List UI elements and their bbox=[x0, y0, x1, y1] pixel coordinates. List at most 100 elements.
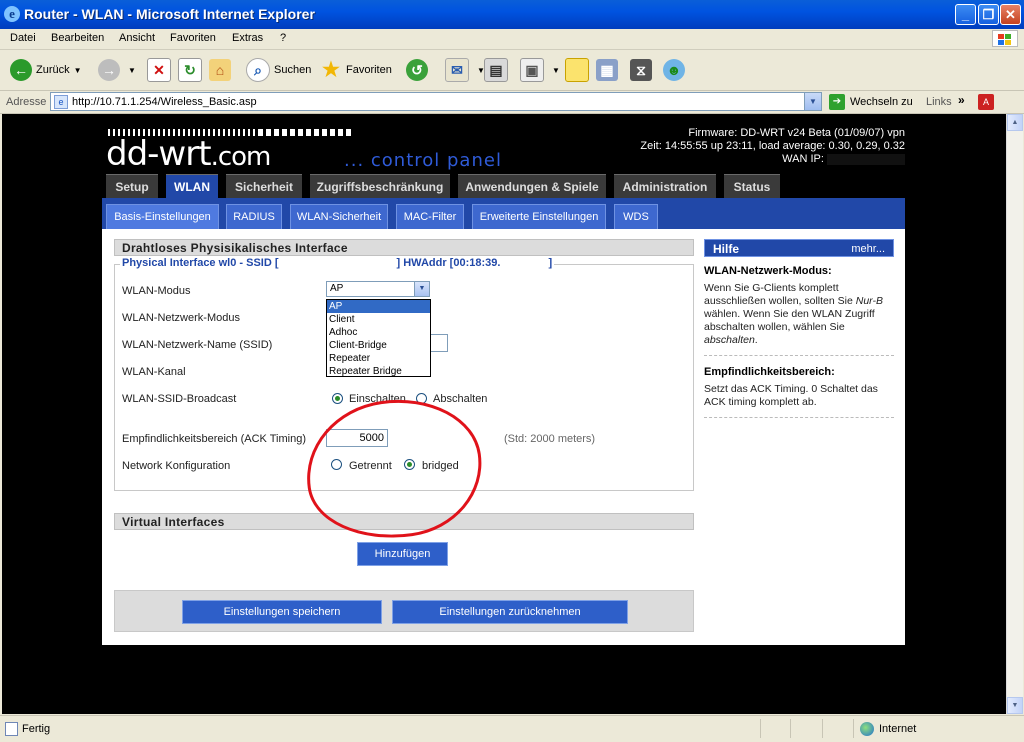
tab-sicherheit[interactable]: Sicherheit bbox=[226, 174, 302, 199]
net-bridged-radio[interactable] bbox=[404, 459, 415, 470]
help-header: Hilfe mehr... bbox=[704, 239, 894, 257]
research-button[interactable]: ▦ bbox=[596, 56, 622, 84]
menu-favoriten[interactable]: Favoriten bbox=[170, 32, 216, 44]
subtab-mac-filter[interactable]: MAC-Filter bbox=[396, 204, 464, 229]
refresh-button[interactable]: ↻ bbox=[178, 56, 206, 84]
ack-timing-input[interactable]: 5000 bbox=[326, 429, 388, 447]
sub-tabs: Basis-Einstellungen RADIUS WLAN-Sicherhe… bbox=[102, 198, 905, 229]
address-input[interactable]: e http://10.71.1.254/Wireless_Basic.asp … bbox=[50, 92, 822, 111]
cancel-settings-button[interactable]: Einstellungen zurücknehmen bbox=[392, 600, 628, 624]
go-button[interactable]: ➔ Wechseln zu bbox=[829, 94, 913, 110]
option-client[interactable]: Client bbox=[327, 313, 430, 326]
ack-timing-label: Empfindlichkeitsbereich (ACK Timing) bbox=[122, 433, 307, 445]
tab-anwendungen-spiele[interactable]: Anwendungen & Spiele bbox=[458, 174, 606, 199]
address-url: http://10.71.1.254/Wireless_Basic.asp bbox=[72, 96, 257, 108]
print-button[interactable]: ▤ bbox=[484, 56, 512, 84]
subtab-basis-einstellungen[interactable]: Basis-Einstellungen bbox=[106, 204, 219, 229]
tab-wlan[interactable]: WLAN bbox=[166, 174, 218, 200]
ssid-broadcast-label: WLAN-SSID-Broadcast bbox=[122, 393, 237, 405]
menu-bearbeiten[interactable]: Bearbeiten bbox=[51, 32, 104, 44]
refresh-icon: ↻ bbox=[178, 58, 202, 82]
subtab-wds[interactable]: WDS bbox=[614, 204, 658, 229]
forward-button[interactable]: → ▼ bbox=[98, 56, 136, 84]
stop-button[interactable]: ✕ bbox=[147, 56, 175, 84]
broadcast-on-radio[interactable] bbox=[332, 393, 343, 404]
close-button[interactable]: ✕ bbox=[1000, 4, 1021, 25]
subtab-erweiterte-einstellungen[interactable]: Erweiterte Einstellungen bbox=[472, 204, 606, 229]
net-separated-radio[interactable] bbox=[331, 459, 342, 470]
tab-setup[interactable]: Setup bbox=[106, 174, 158, 199]
broadcast-on-label: Einschalten bbox=[349, 393, 406, 405]
menu-extras[interactable]: Extras bbox=[232, 32, 263, 44]
add-interface-button[interactable]: Hinzufügen bbox=[357, 542, 448, 566]
wlan-mode-select[interactable]: AP ▼ bbox=[326, 281, 430, 297]
wan-ip-label: WAN IP: bbox=[782, 153, 824, 165]
media-button[interactable]: ⧖ bbox=[630, 56, 656, 84]
broadcast-off-label: Abschalten bbox=[433, 393, 488, 405]
help-divider bbox=[704, 417, 894, 418]
edit-button[interactable]: ▣ ▼ bbox=[520, 56, 560, 84]
back-button[interactable]: ← Zurück ▼ bbox=[10, 56, 82, 84]
browser-viewport: dd-wrt.com ... control panel Firmware: D… bbox=[2, 114, 1006, 714]
tab-administration[interactable]: Administration bbox=[614, 174, 716, 199]
scroll-up-icon[interactable]: ▲ bbox=[1007, 114, 1023, 131]
ack-hint: (Std: 2000 meters) bbox=[504, 433, 596, 445]
save-settings-button[interactable]: Einstellungen speichern bbox=[182, 600, 382, 624]
ie-logo-icon: e bbox=[4, 6, 20, 22]
net-separated-label: Getrennt bbox=[349, 460, 392, 472]
address-label: Adresse bbox=[6, 96, 47, 108]
menu-ansicht[interactable]: Ansicht bbox=[119, 32, 155, 44]
chevron-right-icon[interactable]: » bbox=[958, 93, 965, 107]
home-button[interactable]: ⌂ bbox=[209, 56, 235, 84]
option-repeater-bridge[interactable]: Repeater Bridge bbox=[327, 365, 430, 378]
stop-icon: ✕ bbox=[147, 58, 171, 82]
option-repeater[interactable]: Repeater bbox=[327, 352, 430, 365]
help-text-network-mode: Wenn Sie G-Clients komplett ausschließen… bbox=[704, 282, 883, 346]
help-heading-ack: Empfindlichkeitsbereich: bbox=[704, 366, 835, 378]
interface-legend: Physical Interface wl0 - SSID [] HWAddr … bbox=[120, 257, 555, 269]
home-icon: ⌂ bbox=[209, 59, 231, 81]
acrobat-icon[interactable]: A bbox=[978, 94, 994, 110]
option-adhoc[interactable]: Adhoc bbox=[327, 326, 430, 339]
edit-icon: ▣ bbox=[520, 58, 544, 82]
wlan-network-mode-label: WLAN-Netzwerk-Modus bbox=[122, 312, 240, 324]
subtab-radius[interactable]: RADIUS bbox=[226, 204, 282, 229]
scroll-down-icon[interactable]: ▼ bbox=[1007, 697, 1023, 714]
security-zone-label: Internet bbox=[879, 723, 917, 735]
search-button[interactable]: ⌕ Suchen bbox=[246, 56, 311, 84]
vertical-scrollbar[interactable]: ▲ ▼ bbox=[1006, 114, 1023, 714]
minimize-button[interactable]: _ bbox=[955, 4, 976, 25]
links-button[interactable]: Links bbox=[926, 96, 952, 108]
wan-ip-redacted bbox=[827, 153, 905, 165]
history-icon: ↺ bbox=[406, 59, 428, 81]
firmware-text: Firmware: DD-WRT v24 Beta (01/09/07) vpn bbox=[688, 127, 905, 139]
tab-status[interactable]: Status bbox=[724, 174, 780, 199]
notes-button[interactable] bbox=[565, 56, 593, 84]
menu-help[interactable]: ? bbox=[280, 32, 286, 44]
favorites-button[interactable]: ★ Favoriten bbox=[320, 56, 392, 84]
net-bridged-label: bridged bbox=[422, 460, 459, 472]
star-icon: ★ bbox=[322, 59, 340, 81]
subtab-wlan-sicherheit[interactable]: WLAN-Sicherheit bbox=[290, 204, 388, 229]
broadcast-off-radio[interactable] bbox=[416, 393, 427, 404]
page-icon: e bbox=[54, 95, 68, 109]
menu-bar: Datei Bearbeiten Ansicht Favoriten Extra… bbox=[0, 29, 1024, 50]
messenger-icon: ☻ bbox=[663, 59, 685, 81]
option-client-bridge[interactable]: Client-Bridge bbox=[327, 339, 430, 352]
tab-zugriffsbeschraenkung[interactable]: Zugriffsbeschränkung bbox=[310, 174, 450, 199]
media-icon: ⧖ bbox=[630, 59, 652, 81]
main-content: Drahtloses Physisikalisches Interface Ph… bbox=[102, 229, 905, 645]
option-ap[interactable]: AP bbox=[327, 300, 430, 313]
status-bar: Fertig Internet bbox=[0, 715, 1024, 742]
mail-icon: ✉ bbox=[445, 58, 469, 82]
chevron-down-icon[interactable]: ▼ bbox=[414, 282, 429, 296]
mail-button[interactable]: ✉ ▼ bbox=[445, 56, 485, 84]
messenger-button[interactable]: ☻ bbox=[663, 56, 689, 84]
menu-datei[interactable]: Datei bbox=[10, 32, 36, 44]
maximize-button[interactable]: ❐ bbox=[978, 4, 999, 25]
address-dropdown-icon[interactable]: ▼ bbox=[804, 93, 821, 110]
history-button[interactable]: ↺ bbox=[406, 56, 432, 84]
help-more-link[interactable]: mehr... bbox=[851, 240, 885, 258]
window-title: Router - WLAN - Microsoft Internet Explo… bbox=[24, 6, 315, 22]
save-bar: Einstellungen speichern Einstellungen zu… bbox=[114, 590, 694, 632]
